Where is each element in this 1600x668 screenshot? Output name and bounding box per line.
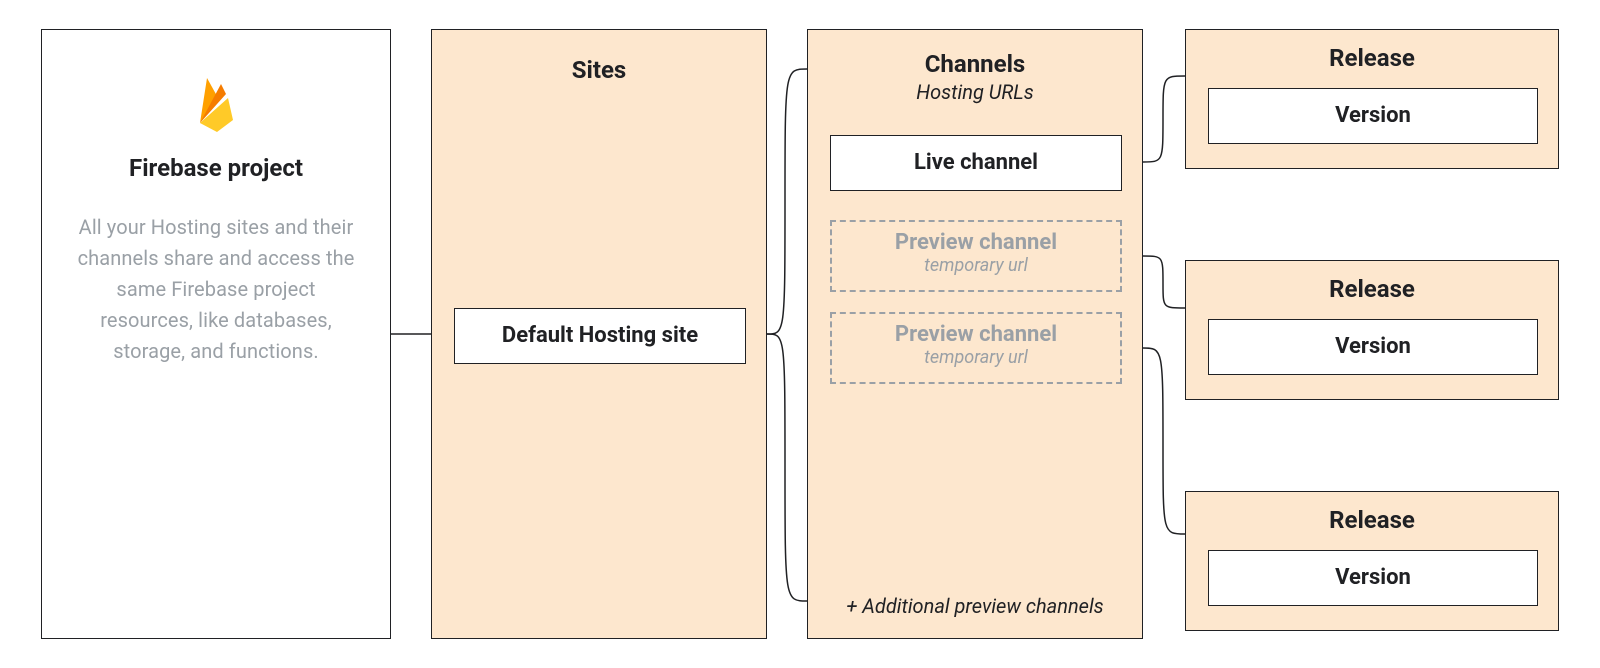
release-box-1: Release Version	[1185, 29, 1559, 169]
release-1-title: Release	[1186, 44, 1558, 72]
release-3-title: Release	[1186, 506, 1558, 534]
default-hosting-site-label: Default Hosting site	[455, 309, 745, 363]
release-3-version-label: Version	[1209, 551, 1537, 605]
preview-channel-2-sub: temporary url	[832, 347, 1120, 368]
release-3-version: Version	[1208, 550, 1538, 606]
release-box-3: Release Version	[1185, 491, 1559, 631]
preview-channel-2: Preview channel temporary url	[830, 312, 1122, 384]
sites-box: Sites Default Hosting site	[431, 29, 767, 639]
connector-sites-to-channels	[767, 29, 807, 639]
firebase-project-box: Firebase project All your Hosting sites …	[41, 29, 391, 639]
preview-channel-1-sub: temporary url	[832, 255, 1120, 276]
default-hosting-site: Default Hosting site	[454, 308, 746, 364]
channels-title: Channels	[808, 50, 1142, 78]
project-title: Firebase project	[129, 154, 303, 182]
release-box-2: Release Version	[1185, 260, 1559, 400]
connector-preview2-to-release-3	[1143, 338, 1185, 548]
sites-title: Sites	[432, 56, 766, 84]
live-channel-box: Live channel	[830, 135, 1122, 191]
channels-additional: + Additional preview channels	[808, 594, 1142, 618]
preview-channel-1-label: Preview channel	[832, 230, 1120, 255]
release-1-version: Version	[1208, 88, 1538, 144]
connector-project-to-sites	[391, 328, 431, 340]
preview-channel-1: Preview channel temporary url	[830, 220, 1122, 292]
connector-live-to-release-1	[1143, 68, 1185, 208]
channels-subtitle: Hosting URLs	[808, 80, 1142, 104]
live-channel-label: Live channel	[831, 136, 1121, 190]
release-1-version-label: Version	[1209, 89, 1537, 143]
preview-channel-2-label: Preview channel	[832, 322, 1120, 347]
release-2-version-label: Version	[1209, 320, 1537, 374]
channels-box: Channels Hosting URLs Live channel Previ…	[807, 29, 1143, 639]
firebase-flame-icon	[193, 74, 239, 136]
release-2-title: Release	[1186, 275, 1558, 303]
release-2-version: Version	[1208, 319, 1538, 375]
connector-preview1-to-release-2	[1143, 244, 1185, 324]
project-description: All your Hosting sites and their channel…	[42, 212, 390, 367]
